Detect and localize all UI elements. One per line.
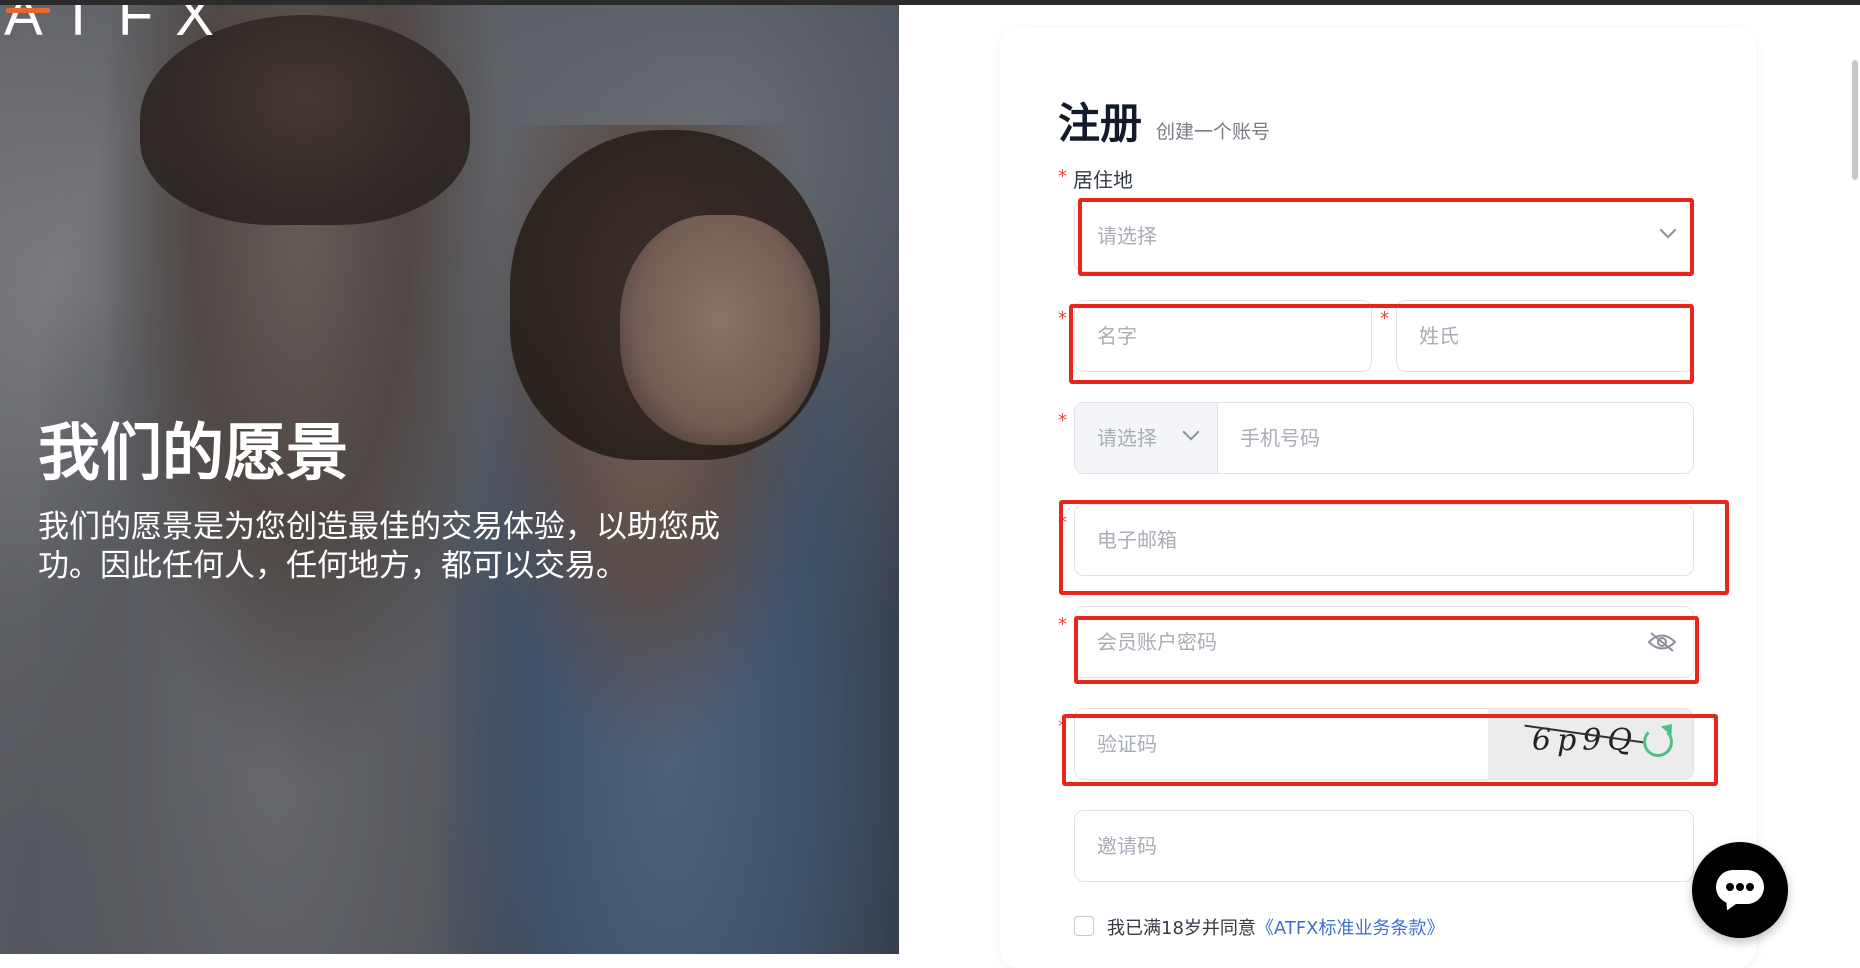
email-input[interactable] — [1097, 505, 1635, 575]
invite-code-field[interactable] — [1074, 810, 1694, 882]
terms-link[interactable]: 《ATFX标准业务条款》 — [1256, 918, 1445, 939]
chat-dot — [1726, 883, 1734, 891]
phone-field[interactable]: 请选择 — [1074, 402, 1694, 474]
chat-dot — [1746, 883, 1754, 891]
chevron-down-icon — [1182, 423, 1200, 441]
password-input[interactable] — [1097, 607, 1635, 677]
password-field[interactable] — [1074, 606, 1694, 678]
first-name-field[interactable] — [1074, 300, 1372, 372]
page-subtitle: 创建一个账号 — [1156, 121, 1271, 143]
last-name-field[interactable] — [1396, 300, 1694, 372]
residence-placeholder: 请选择 — [1097, 224, 1157, 248]
hero-title: 我们的愿景 — [38, 416, 349, 489]
page-title: 注册 — [1058, 99, 1143, 148]
agree-checkbox[interactable] — [1074, 916, 1094, 936]
browser-top-bar — [0, 0, 1860, 5]
phone-input[interactable] — [1240, 403, 1670, 473]
required-mark: * — [1058, 166, 1067, 187]
residence-select[interactable]: 请选择 — [1074, 200, 1694, 272]
scrollbar[interactable] — [1852, 60, 1858, 180]
required-mark: * — [1058, 308, 1067, 329]
form-header: 注册 创建一个账号 — [1058, 90, 1270, 151]
first-name-input[interactable] — [1097, 301, 1313, 371]
top-accent-bar — [6, 8, 50, 13]
agree-text: 我已满18岁并同意《ATFX标准业务条款》 — [1107, 914, 1445, 940]
captcha-image[interactable]: 6p9Q — [1488, 709, 1693, 779]
invite-code-input[interactable] — [1097, 811, 1635, 881]
residence-label: 居住地 — [1073, 168, 1133, 192]
last-name-input[interactable] — [1419, 301, 1635, 371]
required-mark: * — [1058, 614, 1067, 635]
phone-code-select[interactable]: 请选择 — [1075, 403, 1218, 473]
email-field[interactable] — [1074, 504, 1694, 576]
required-mark: * — [1058, 512, 1067, 533]
chevron-down-icon — [1659, 221, 1677, 239]
agree-label: 我已满18岁并同意 — [1107, 918, 1256, 939]
chat-button[interactable] — [1692, 842, 1788, 938]
required-mark: * — [1380, 308, 1389, 329]
required-mark: * — [1058, 410, 1067, 431]
captcha-input[interactable] — [1097, 709, 1477, 779]
required-mark: * — [1058, 716, 1067, 737]
phone-code-placeholder: 请选择 — [1097, 426, 1157, 450]
captcha-field[interactable]: 6p9Q — [1074, 708, 1694, 780]
hero-description: 我们的愿景是为您创造最佳的交易体验，以助您成功。因此任何人，任何地方，都可以交易… — [38, 509, 720, 584]
eye-off-icon[interactable] — [1647, 631, 1677, 653]
chat-dot — [1736, 883, 1744, 891]
